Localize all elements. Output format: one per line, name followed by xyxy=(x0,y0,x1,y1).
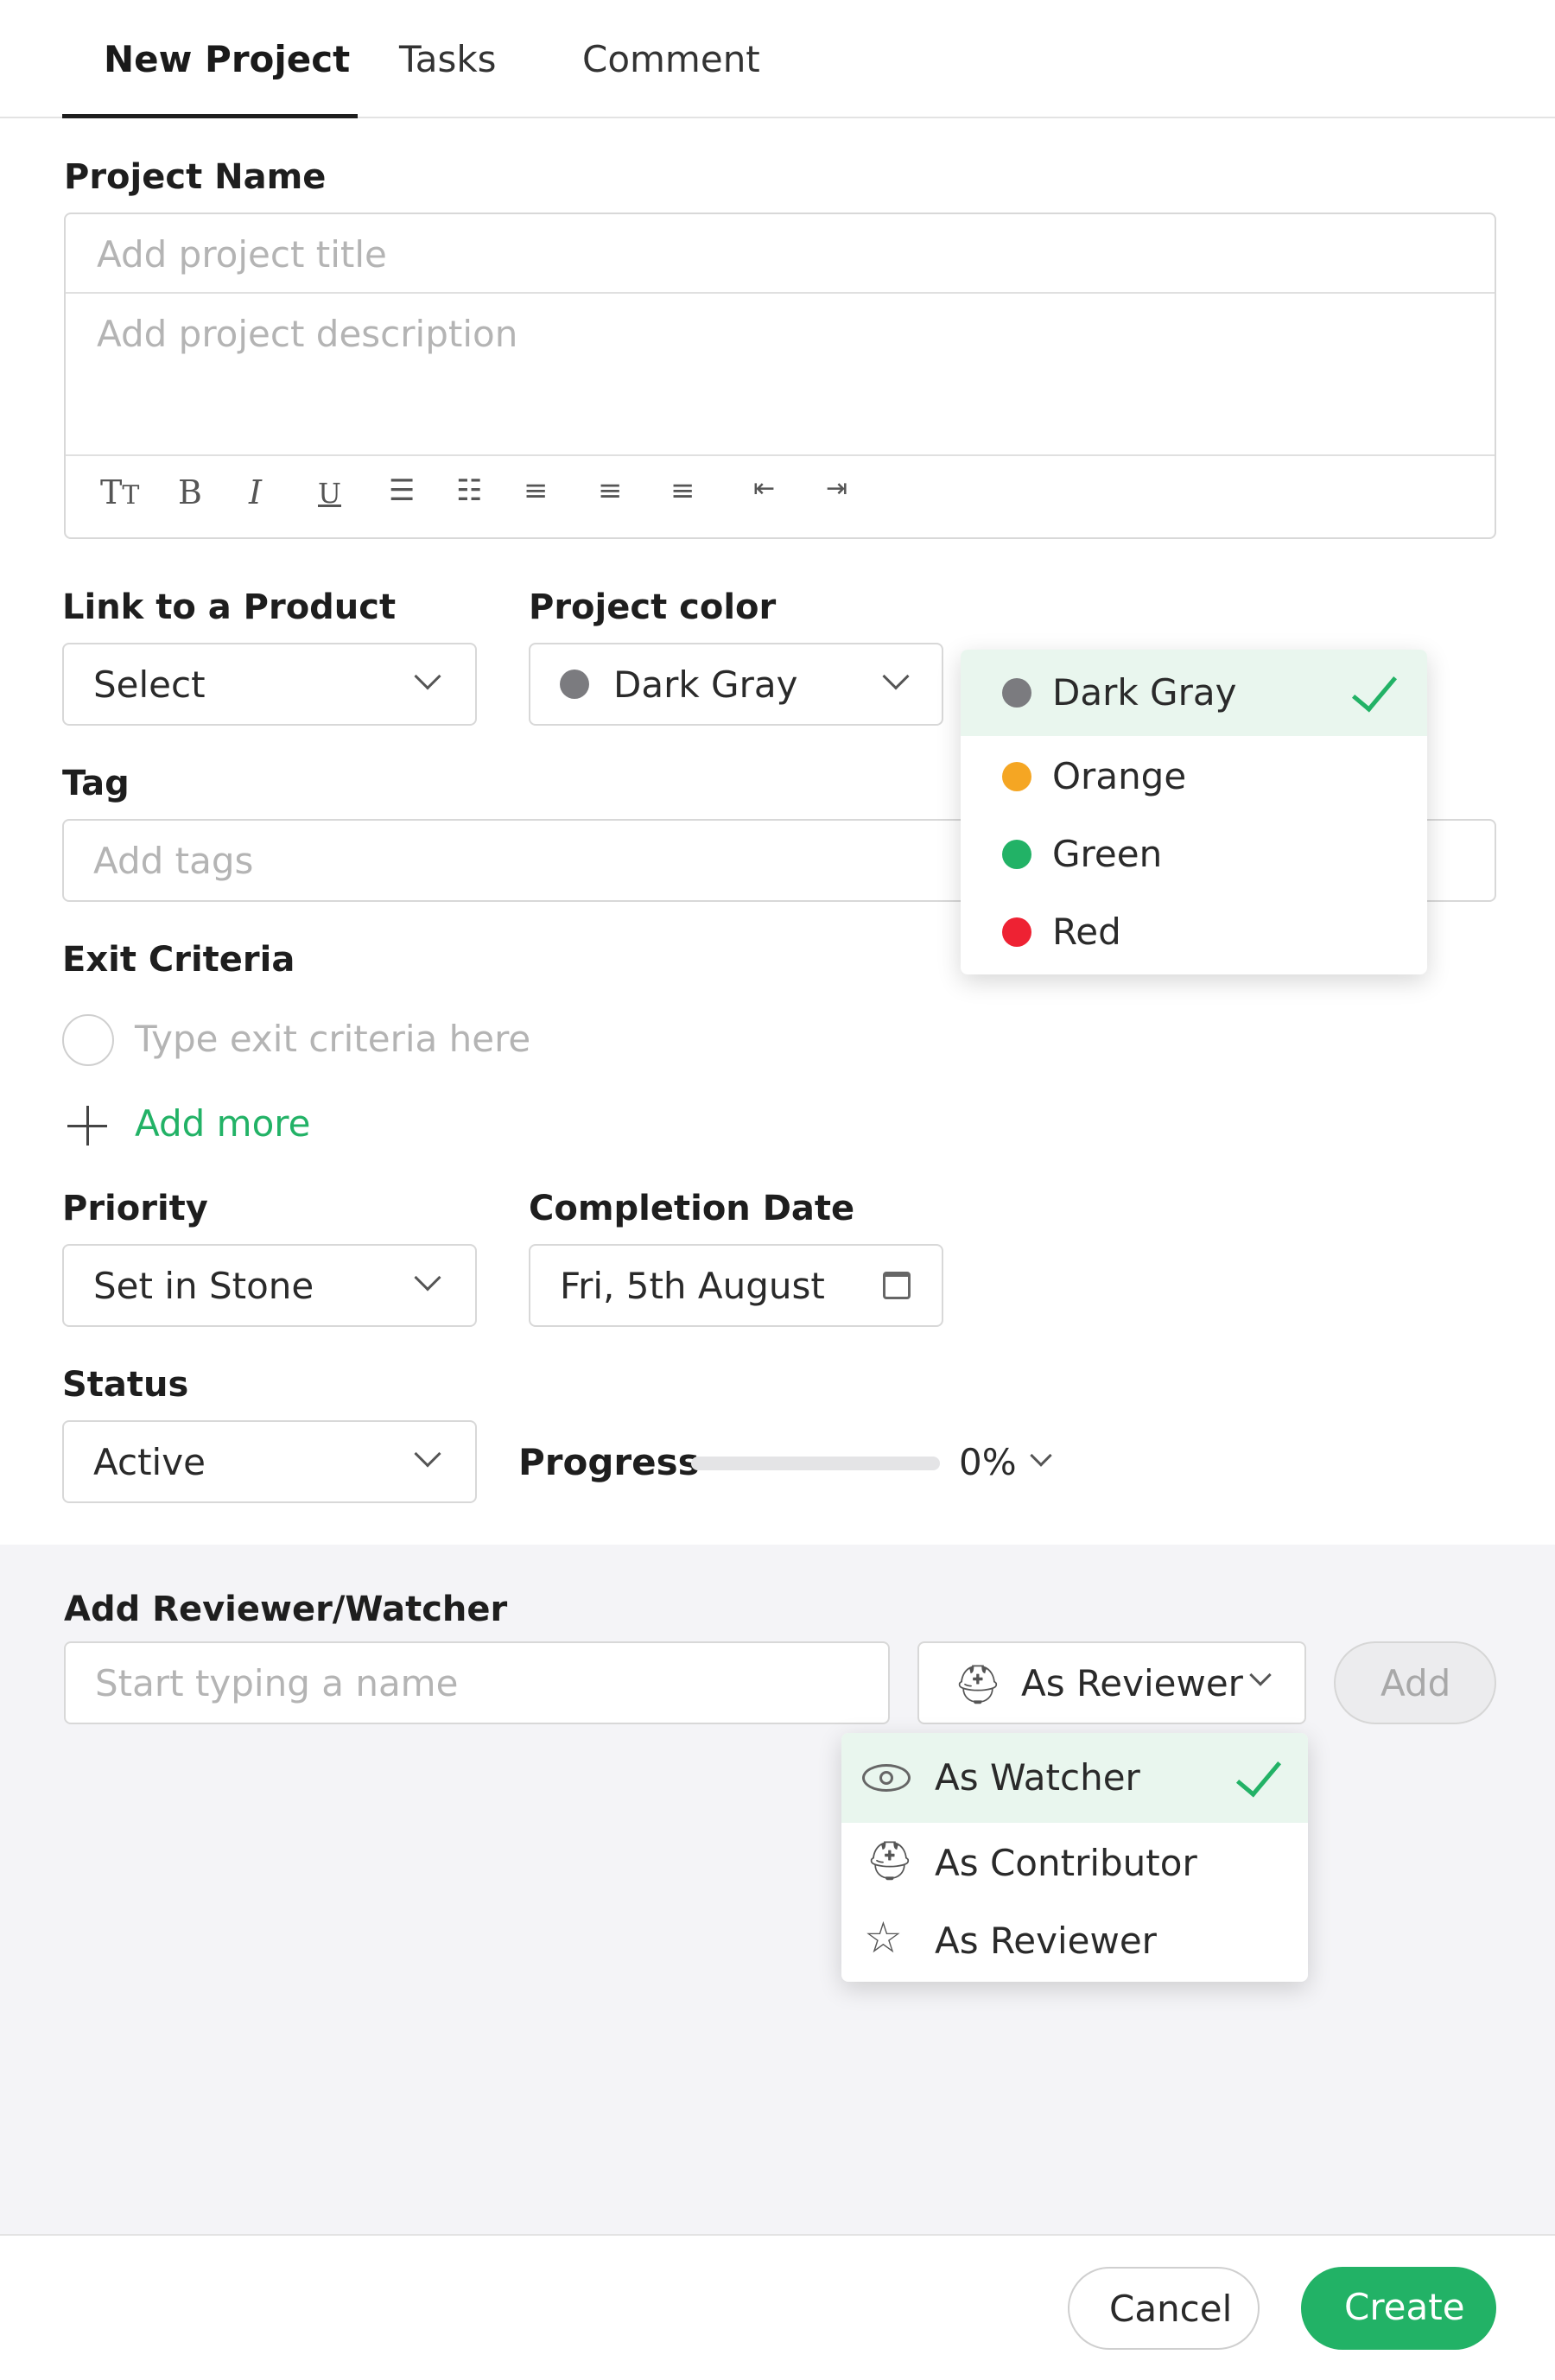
exit-criteria-label: Exit Criteria xyxy=(62,940,295,980)
italic-icon[interactable]: I xyxy=(249,473,262,511)
link-product-select[interactable]: Select xyxy=(62,643,477,726)
color-option-orange[interactable]: Orange xyxy=(961,736,1427,814)
reviewer-role-dropdown: As Watcher ⛑ As Contributor ☆ As Reviewe… xyxy=(841,1733,1308,1982)
color-dot-icon xyxy=(1002,917,1031,947)
tab-new-project-label: New Project xyxy=(104,38,351,80)
add-more-label: Add more xyxy=(135,1102,311,1145)
reviewer-role-select[interactable]: ⛑ As Reviewer xyxy=(917,1641,1306,1724)
tag-label: Tag xyxy=(62,764,130,803)
completion-date-input[interactable]: Fri, 5th August xyxy=(529,1244,943,1327)
worker-icon: ⛑ xyxy=(954,1663,1002,1707)
role-option-contributor[interactable]: ⛑ As Contributor xyxy=(841,1823,1308,1901)
priority-label: Priority xyxy=(62,1189,208,1228)
bulleted-list-icon[interactable]: ☷ xyxy=(456,473,482,508)
align-center-icon[interactable]: ≡ xyxy=(598,473,623,508)
color-option-label: Dark Gray xyxy=(1052,671,1237,714)
status-select[interactable]: Active xyxy=(62,1420,477,1503)
bold-icon[interactable]: B xyxy=(178,473,202,511)
color-option-green[interactable]: Green xyxy=(961,814,1427,892)
status-label: Status xyxy=(62,1365,189,1405)
star-icon: ☆ xyxy=(864,1913,903,1963)
role-option-label: As Watcher xyxy=(935,1756,1140,1799)
reviewer-name-placeholder: Start typing a name xyxy=(95,1662,459,1704)
align-left-icon[interactable]: ≡ xyxy=(524,473,549,508)
project-description-placeholder: Add project description xyxy=(97,313,518,355)
underline-icon[interactable]: U xyxy=(318,477,341,510)
indent-increase-icon[interactable]: ⇥ xyxy=(826,473,847,504)
link-product-label: Link to a Product xyxy=(62,587,397,627)
priority-value: Set in Stone xyxy=(93,1265,314,1307)
link-product-value: Select xyxy=(93,663,206,706)
color-option-label: Orange xyxy=(1052,755,1187,797)
project-color-label: Project color xyxy=(529,587,777,627)
project-title-input[interactable]: Add project title xyxy=(66,214,1495,294)
completion-date-value: Fri, 5th August xyxy=(560,1265,825,1307)
reviewer-name-input[interactable]: Start typing a name xyxy=(64,1641,890,1724)
color-swatch-icon xyxy=(560,670,589,699)
tag-placeholder: Add tags xyxy=(93,840,254,882)
chevron-down-icon xyxy=(414,1264,441,1292)
create-label: Create xyxy=(1344,2286,1465,2328)
progress-label: Progress xyxy=(518,1441,700,1483)
role-option-label: As Reviewer xyxy=(935,1920,1157,1962)
tab-tasks[interactable]: Tasks xyxy=(399,38,497,80)
text-size-icon[interactable]: TT xyxy=(100,473,139,511)
add-more-button[interactable]: Add more xyxy=(62,1097,321,1158)
tab-comment[interactable]: Comment xyxy=(582,38,760,80)
color-option-label: Green xyxy=(1052,833,1163,875)
plus-icon-vertical xyxy=(86,1106,89,1146)
completion-date-label: Completion Date xyxy=(529,1189,855,1228)
role-option-label: As Contributor xyxy=(935,1842,1197,1884)
role-option-reviewer[interactable]: ☆ As Reviewer xyxy=(841,1901,1308,1978)
color-option-dark-gray[interactable]: Dark Gray xyxy=(961,650,1427,736)
add-reviewer-label: Add xyxy=(1380,1662,1451,1704)
priority-select[interactable]: Set in Stone xyxy=(62,1244,477,1327)
checkmark-icon xyxy=(1351,664,1398,713)
color-option-label: Red xyxy=(1052,911,1121,953)
project-name-editor: Add project title Add project descriptio… xyxy=(64,213,1496,539)
project-name-label: Project Name xyxy=(64,157,327,197)
project-description-input[interactable]: Add project description xyxy=(66,294,1495,456)
color-dot-icon xyxy=(1002,762,1031,791)
project-title-placeholder: Add project title xyxy=(97,233,387,276)
color-option-red[interactable]: Red xyxy=(961,892,1427,969)
indent-decrease-icon[interactable]: ⇤ xyxy=(753,473,775,504)
status-value: Active xyxy=(93,1441,206,1483)
numbered-list-icon[interactable]: ☰ xyxy=(389,473,415,508)
add-reviewer-button[interactable]: Add xyxy=(1334,1641,1496,1724)
color-dot-icon xyxy=(1002,840,1031,869)
reviewer-role-value: As Reviewer xyxy=(1021,1662,1243,1704)
chevron-down-icon xyxy=(882,663,910,690)
progress-bar[interactable] xyxy=(691,1457,940,1470)
tab-bar: New Project Tasks Comment xyxy=(0,0,1555,118)
project-color-select[interactable]: Dark Gray xyxy=(529,643,943,726)
worker-icon: ⛑ xyxy=(866,1839,914,1883)
exit-criteria-checkbox[interactable] xyxy=(62,1014,114,1066)
exit-criteria-input[interactable]: Type exit criteria here xyxy=(135,1018,530,1060)
tab-new-project[interactable]: New Project xyxy=(62,0,358,118)
project-color-value: Dark Gray xyxy=(613,663,798,706)
chevron-down-icon xyxy=(414,663,441,690)
footer: Cancel Create xyxy=(0,2234,1555,2380)
formatting-toolbar xyxy=(66,456,1495,537)
role-option-watcher[interactable]: As Watcher xyxy=(841,1733,1308,1823)
chevron-down-icon[interactable] xyxy=(1030,1444,1052,1467)
create-button[interactable]: Create xyxy=(1301,2267,1496,2350)
cancel-button[interactable]: Cancel xyxy=(1068,2267,1260,2350)
reviewer-label: Add Reviewer/Watcher xyxy=(64,1590,508,1629)
align-right-icon[interactable]: ≡ xyxy=(670,473,695,508)
progress-value: 0% xyxy=(959,1441,1017,1483)
project-color-dropdown: Dark Gray Orange Green Red xyxy=(961,650,1427,974)
eye-pupil-icon xyxy=(879,1771,893,1785)
chevron-down-icon xyxy=(1249,1664,1272,1686)
calendar-icon[interactable] xyxy=(883,1272,911,1299)
checkmark-icon xyxy=(1235,1749,1282,1798)
color-dot-icon xyxy=(1002,678,1031,708)
chevron-down-icon xyxy=(414,1440,441,1468)
cancel-label: Cancel xyxy=(1109,2288,1233,2330)
